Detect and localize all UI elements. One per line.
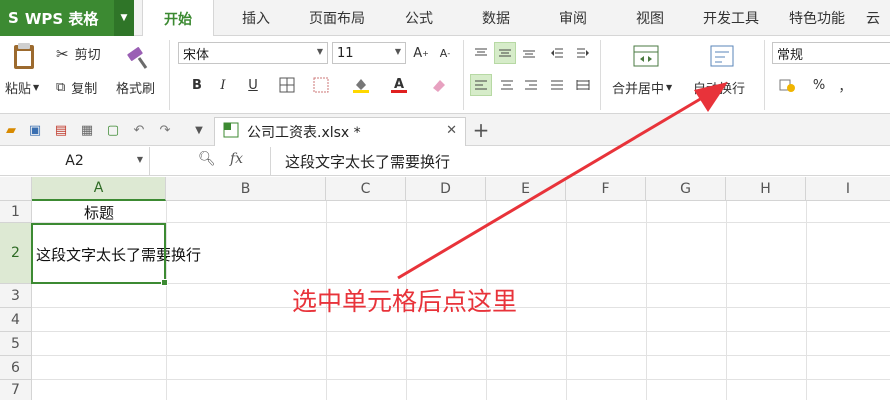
annotation-arrow: [397, 82, 728, 280]
annotation-label: 选中单元格后点这里: [292, 287, 518, 316]
